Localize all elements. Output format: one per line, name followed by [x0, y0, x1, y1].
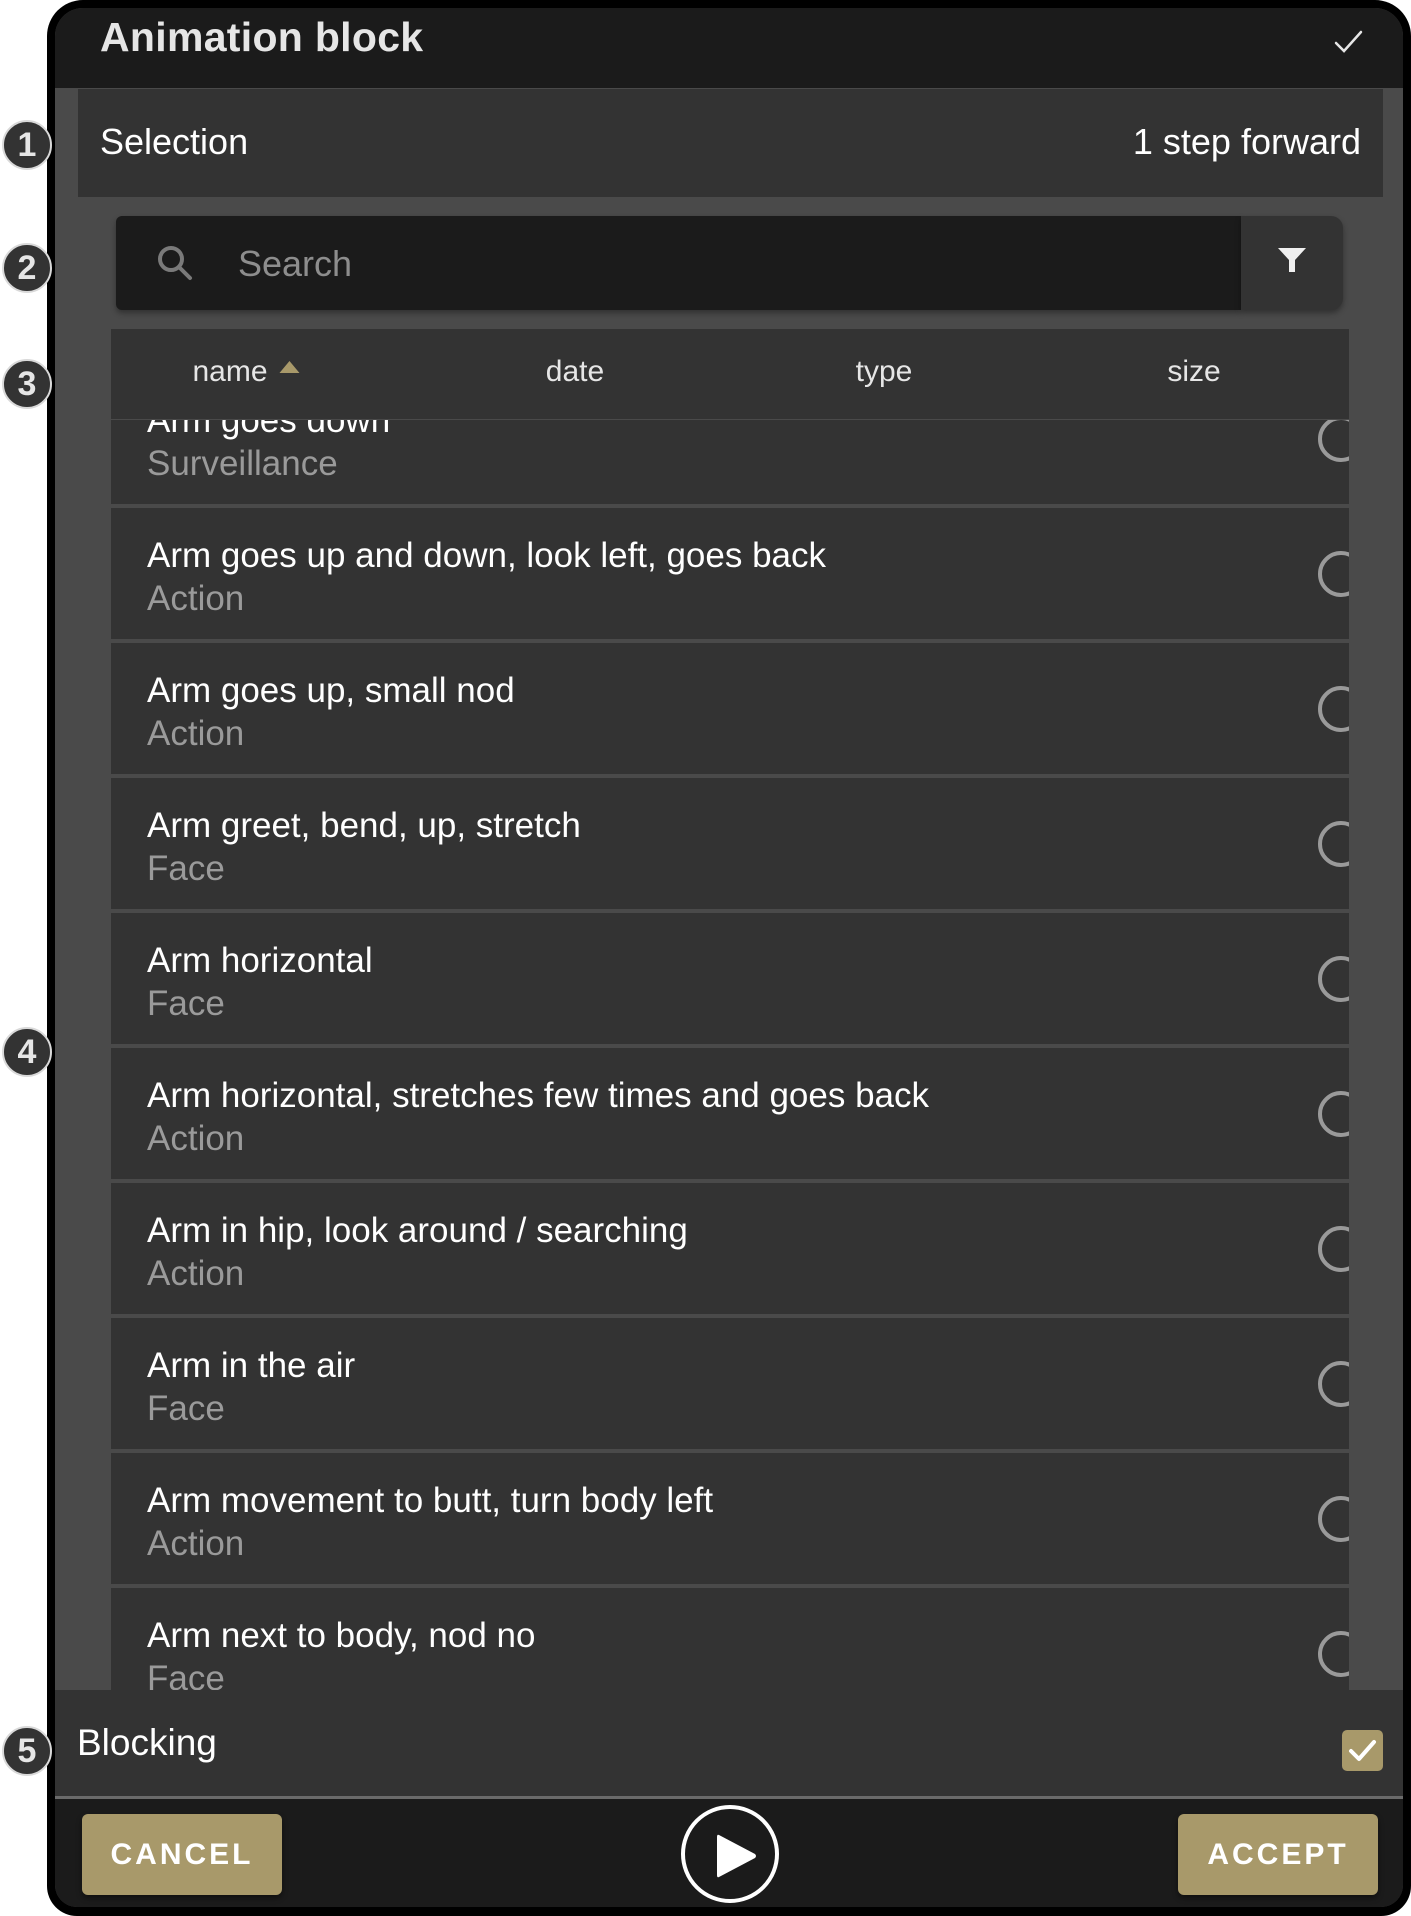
column-label: type — [855, 355, 913, 388]
item-title: Arm goes down — [147, 420, 391, 440]
list-item[interactable]: Arm goes up, small nod Action — [111, 643, 1349, 778]
item-title: Arm horizontal — [147, 941, 373, 980]
play-button[interactable] — [681, 1805, 779, 1903]
item-type: Action — [147, 579, 245, 618]
column-header-name[interactable]: name — [192, 355, 300, 389]
list-item[interactable]: Arm goes up and down, look left, goes ba… — [111, 508, 1349, 643]
animation-block-dialog: Animation block Selection 1 step forward… — [55, 8, 1403, 1907]
list-item[interactable]: Arm goes down Surveillance — [111, 420, 1349, 508]
column-label: name — [192, 355, 268, 388]
select-radio[interactable] — [1318, 1631, 1349, 1677]
select-radio[interactable] — [1318, 1496, 1349, 1542]
column-label: size — [1167, 355, 1221, 388]
annotation-badge-3: 3 — [2, 359, 52, 409]
selection-row[interactable]: Selection 1 step forward — [78, 89, 1383, 197]
item-title: Arm in hip, look around / searching — [147, 1211, 688, 1250]
select-radio[interactable] — [1318, 821, 1349, 867]
select-radio[interactable] — [1318, 956, 1349, 1002]
animation-list-content: Arm goes down Surveillance Arm goes up a… — [111, 420, 1349, 1690]
selection-value: 1 step forward — [1132, 121, 1361, 162]
column-header-date[interactable]: date — [546, 355, 604, 389]
sort-ascending-icon — [279, 361, 300, 373]
select-radio[interactable] — [1318, 686, 1349, 732]
item-type: Face — [147, 849, 225, 888]
item-type: Action — [147, 1254, 245, 1293]
item-title: Arm movement to butt, turn body left — [147, 1481, 714, 1520]
item-title: Arm horizontal, stretches few times and … — [147, 1076, 930, 1115]
annotation-badge-4: 4 — [2, 1027, 52, 1077]
list-item[interactable]: Arm horizontal, stretches few times and … — [111, 1048, 1349, 1183]
accept-button[interactable]: ACCEPT — [1178, 1814, 1378, 1895]
filter-icon — [1278, 248, 1306, 272]
search-input[interactable] — [236, 216, 1220, 312]
item-title: Arm goes up and down, look left, goes ba… — [147, 536, 827, 575]
cancel-button[interactable]: CANCEL — [82, 1814, 282, 1895]
item-type: Face — [147, 984, 225, 1023]
annotation-badge-2: 2 — [2, 243, 52, 293]
item-type: Action — [147, 1119, 245, 1158]
blocking-checkbox[interactable] — [1342, 1730, 1383, 1771]
filter-button[interactable] — [1241, 216, 1343, 310]
list-item[interactable]: Arm in the air Face — [111, 1318, 1349, 1453]
select-radio[interactable] — [1318, 551, 1349, 597]
item-title: Arm greet, bend, up, stretch — [147, 806, 581, 845]
select-radio[interactable] — [1318, 1091, 1349, 1137]
play-icon — [717, 1834, 756, 1878]
blocking-row: Blocking — [55, 1690, 1403, 1799]
checkmark-icon — [1349, 1740, 1376, 1761]
title-bar: Animation block — [55, 8, 1403, 88]
item-title: Arm in the air — [147, 1346, 356, 1385]
item-title: Arm goes up, small nod — [147, 671, 515, 710]
dialog-footer: CANCEL ACCEPT — [55, 1799, 1403, 1907]
item-type: Face — [147, 1389, 225, 1428]
item-type: Action — [147, 1524, 245, 1563]
search-field[interactable] — [116, 216, 1241, 312]
dialog-title: Animation block — [100, 14, 424, 60]
blocking-label: Blocking — [77, 1722, 217, 1763]
selection-label: Selection — [100, 121, 249, 162]
column-header-size[interactable]: size — [1167, 355, 1220, 389]
check-icon[interactable] — [1328, 22, 1368, 62]
list-item[interactable]: Arm next to body, nod no Face — [111, 1588, 1349, 1690]
select-radio[interactable] — [1318, 1226, 1349, 1272]
item-type: Surveillance — [147, 444, 338, 483]
select-radio[interactable] — [1318, 1361, 1349, 1407]
item-type: Action — [147, 714, 245, 753]
table-header: name date type size — [111, 329, 1349, 419]
item-title: Arm next to body, nod no — [147, 1616, 536, 1655]
list-item[interactable]: Arm greet, bend, up, stretch Face — [111, 778, 1349, 913]
item-type: Face — [147, 1659, 225, 1690]
list-item[interactable]: Arm movement to butt, turn body left Act… — [111, 1453, 1349, 1588]
list-item[interactable]: Arm in hip, look around / searching Acti… — [111, 1183, 1349, 1318]
column-header-type[interactable]: type — [856, 355, 913, 389]
list-item[interactable]: Arm horizontal Face — [111, 913, 1349, 1048]
search-icon — [158, 246, 192, 280]
search-bar — [116, 216, 1343, 312]
column-label: date — [545, 355, 605, 388]
annotation-badge-5: 5 — [2, 1726, 52, 1776]
animation-list[interactable]: Arm goes down Surveillance Arm goes up a… — [111, 420, 1349, 1690]
select-radio[interactable] — [1318, 420, 1349, 462]
annotation-badge-1: 1 — [2, 120, 52, 170]
